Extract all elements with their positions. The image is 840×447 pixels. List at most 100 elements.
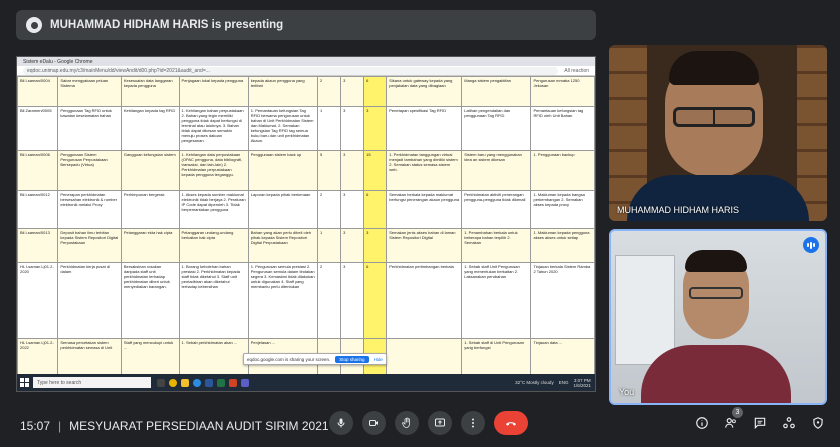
- raise-hand-button[interactable]: [395, 411, 419, 435]
- word-icon[interactable]: [205, 378, 213, 387]
- table-cell-n1: 5: [316, 150, 342, 191]
- present-icon: [435, 418, 445, 427]
- windows-start-icon[interactable]: [20, 378, 29, 387]
- presenter-face: [665, 51, 763, 177]
- table-cell-col2: Penggunaan Sistem Pengurusan Perpustakaa…: [57, 150, 122, 191]
- excel-icon[interactable]: [217, 378, 225, 387]
- screen-share-notice: eqdoc.google.com is sharing your screen.…: [243, 353, 387, 365]
- table-cell-col9: 1. Perkhidmatan tanggungan virtual menja…: [386, 150, 463, 191]
- meeting-info-separator: |: [58, 419, 62, 433]
- table-cell-col10: 1. Sebab staff Unit Pengurusan yang mene…: [461, 262, 532, 339]
- table-cell-score: 6: [363, 262, 388, 339]
- risk-register-table: Bil Lsaman/0004 Sabar mengyakaan peluan S…: [17, 76, 595, 374]
- chat-icon: [754, 417, 766, 430]
- file-explorer-icon[interactable]: [181, 378, 189, 387]
- browser-url: eqdoc.unimap.edu.my/c3/mainMenu/dd/viewA…: [23, 66, 559, 75]
- browser-extensions: All reaction: [564, 67, 589, 74]
- table-cell-col11: 1. Penggunaan backup: [530, 150, 595, 191]
- windows-taskbar: Type here to search 32°C Mostly cloudy E…: [17, 374, 595, 391]
- meeting-details-button[interactable]: [694, 415, 710, 431]
- table-cell-col3: Pelanggaran ekta hak cipta: [120, 228, 180, 263]
- table-cell-col4: 1. Sebab perkhidmatan akan ...: [178, 338, 249, 374]
- leave-call-button[interactable]: [494, 411, 528, 435]
- table-cell-col4: 1. Borang kebolehan bahan prestasi 2. Pe…: [178, 262, 249, 339]
- table-cell-col3: Staff yang mencukupi untuk ...: [120, 338, 180, 374]
- more-options-button[interactable]: [461, 411, 485, 435]
- self-video-tile[interactable]: You: [609, 229, 827, 405]
- table-cell-n1: 2: [316, 76, 342, 107]
- call-controls: [329, 411, 528, 435]
- microphone-icon: [337, 418, 345, 428]
- chrome-icon[interactable]: [169, 378, 177, 387]
- table-cell-col4: 1. Kehilangan bahan perpustakaan 2. Baha…: [178, 106, 249, 151]
- table-cell-col5: 1. Pemantauan kefungsian Tag RFID bersam…: [247, 106, 319, 151]
- table-cell-col3: Bersaksinan rosakan daripada staff unit …: [120, 262, 180, 339]
- presenter-video-tile[interactable]: MUHAMMAD HIDHAM HARIS: [609, 45, 827, 221]
- table-cell-col11: 1. Makluman kepada pengguna akses akses …: [530, 228, 595, 263]
- table-cell-n2: 3: [340, 76, 365, 107]
- bookshelf-background-right: [797, 45, 827, 221]
- table-cell-col9: Semakan berkala kepada maklumat berfungs…: [386, 190, 463, 229]
- table-cell-col5: kepada akaun pengguna yang terlibat: [247, 76, 319, 107]
- table-cell-n2: 3: [340, 262, 365, 339]
- language-indicator[interactable]: ENG: [559, 380, 569, 385]
- taskbar-search[interactable]: Type here to search: [33, 377, 151, 388]
- table-cell-code: Bil Lsaman/0012: [17, 190, 59, 229]
- meeting-side-actions: 3: [694, 407, 826, 431]
- table-cell-n1: 1: [316, 228, 342, 263]
- table-cell-code: Bil Zaramen/0005: [17, 106, 59, 151]
- system-tray: 32°C Mostly cloudy ENG 3:07 PM 1/6/2021: [515, 378, 595, 388]
- table-cell-col10: Manga sistem pengaktifan: [461, 76, 532, 107]
- table-cell-code: Bil Lsaman/0013: [17, 228, 59, 263]
- table-cell-col2: Penggunaan Tag RFID untuk kawalan kesela…: [57, 106, 122, 151]
- presenter-name-label: MUHAMMAD HIDHAM HARIS: [617, 205, 740, 215]
- table-cell-col5: 1. Pengurusan semula prestasi 2. Penguru…: [247, 262, 319, 339]
- teams-icon[interactable]: [241, 378, 249, 387]
- table-cell-col10: Sistem baru yang menggunakan idea an sis…: [461, 150, 532, 191]
- participants-button[interactable]: 3: [723, 407, 743, 431]
- browser-address-bar: eqdoc.unimap.edu.my/c3/mainMenu/dd/viewA…: [17, 66, 595, 76]
- microphone-button[interactable]: [329, 411, 353, 435]
- taskbar-clock[interactable]: 3:07 PM 1/6/2021: [573, 378, 591, 388]
- table-cell-col11: 1. Makluman kepada bangsa perkembangan 2…: [530, 190, 595, 229]
- table-cell-col2: Sabar mengyakaan peluan Sistema: [57, 76, 122, 107]
- table-cell-code: HL Lsaman Lj01.2-2022: [17, 338, 59, 374]
- host-controls-button[interactable]: [810, 415, 826, 431]
- camera-button[interactable]: [362, 411, 386, 435]
- speaking-indicator-icon: [803, 237, 819, 253]
- table-cell-n1: 2: [316, 262, 342, 339]
- weather-status[interactable]: 32°C Mostly cloudy: [515, 380, 554, 385]
- activities-button[interactable]: [781, 415, 797, 431]
- task-view-icon[interactable]: [157, 378, 165, 387]
- stop-sharing-button[interactable]: Stop sharing: [335, 355, 369, 363]
- table-cell-col5: Laporan kepada pihak berkenaan: [247, 190, 319, 229]
- table-cell-score: 6: [363, 76, 388, 107]
- activities-icon: [783, 417, 795, 429]
- table-cell-score: 3: [363, 228, 388, 263]
- table-cell-col9: [386, 338, 463, 374]
- powerpoint-icon[interactable]: [229, 378, 237, 387]
- self-name-label: You: [619, 387, 635, 397]
- taskbar-apps: [157, 378, 249, 387]
- meet-window: MUHAMMAD HIDHAM HARIS is presenting Sist…: [0, 0, 840, 447]
- table-cell-code: Bil Lsaman/0004: [17, 76, 59, 107]
- taskbar-date: 1/6/2021: [573, 382, 591, 388]
- table-cell-col9: Semakan jenis akses bahan di laman Siste…: [386, 228, 463, 263]
- more-vertical-icon: [472, 418, 474, 428]
- table-cell-col10: Latihan pengendalian dan penggunaan Tag …: [461, 106, 532, 151]
- hide-share-notice-button[interactable]: Hide: [374, 357, 383, 362]
- table-cell-n1: 2: [316, 190, 342, 229]
- table-cell-code: HL Lsaman Lj01.2-2020: [17, 262, 59, 339]
- table-cell-col11: Tinjauan data ...: [530, 338, 595, 374]
- chat-button[interactable]: [752, 415, 768, 431]
- presenter-banner: MUHAMMAD HIDHAM HARIS is presenting: [16, 10, 596, 40]
- browser-title: Sistem eDalu - Google Chrome: [23, 58, 93, 65]
- table-row: Bil Zaramen/0005 Penggunaan Tag RFID untu…: [17, 106, 595, 151]
- present-now-button[interactable]: [428, 411, 452, 435]
- present-screen-icon: [26, 17, 42, 33]
- table-cell-col4: 1. Kehilangan data perpustakaan (OPAC pe…: [178, 150, 249, 191]
- table-cell-col2: Penerapan perkhidmatan bersesahan elektr…: [57, 190, 122, 229]
- edge-icon[interactable]: [193, 378, 201, 387]
- table-cell-col9: Sikana untuk gateway kepada yang penjaka…: [386, 76, 463, 107]
- room-door: [615, 255, 675, 365]
